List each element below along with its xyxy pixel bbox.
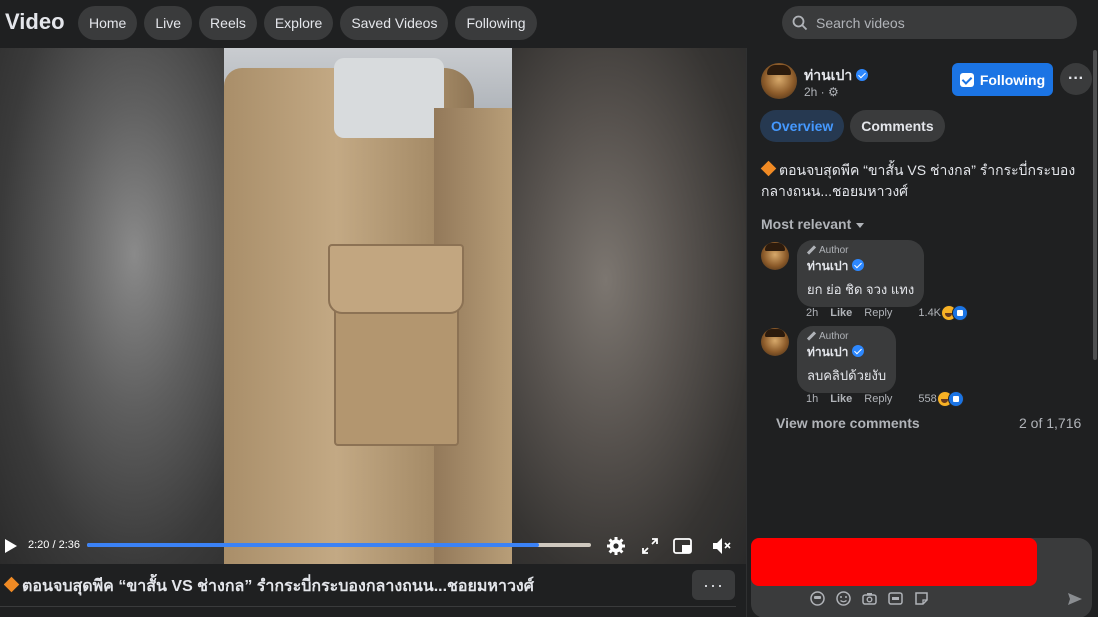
top-bar: Video Home Live Reels Explore Saved Vide… xyxy=(0,0,1098,48)
tab-comments[interactable]: Comments xyxy=(850,110,945,142)
sort-dropdown[interactable]: Most relevant xyxy=(761,216,865,232)
nav-bar: Home Live Reels Explore Saved Videos Fol… xyxy=(78,6,537,40)
nav-reels[interactable]: Reels xyxy=(199,6,257,40)
view-more-comments-link[interactable]: View more comments xyxy=(776,415,920,431)
following-button[interactable]: Following xyxy=(952,63,1053,96)
avatar[interactable] xyxy=(761,242,789,270)
avatar[interactable] xyxy=(761,63,797,99)
avatar[interactable] xyxy=(761,328,789,356)
comment-author[interactable]: ท่านเปา xyxy=(807,257,914,276)
progress-fill xyxy=(87,543,540,547)
video-more-button[interactable]: ··· xyxy=(692,570,735,600)
gif-icon[interactable] xyxy=(887,590,904,607)
redaction-box xyxy=(751,538,1037,586)
comment-actions: 2h Like Reply 1.4K xyxy=(806,305,969,321)
progress-bar[interactable] xyxy=(87,543,591,547)
like-icon xyxy=(952,305,969,321)
send-icon[interactable] xyxy=(1067,592,1083,606)
panel-tabs: Overview Comments xyxy=(760,110,945,142)
video-title: ตอนจบสุดพีค “ขาสั้น VS ช่างกล” รำกระบี่ก… xyxy=(4,574,684,599)
verified-icon xyxy=(852,259,865,271)
nav-home[interactable]: Home xyxy=(78,6,138,40)
search-icon xyxy=(792,15,808,30)
pencil-icon xyxy=(807,246,816,255)
nav-saved-videos[interactable]: Saved Videos xyxy=(340,6,449,40)
settings-icon: ⚙ xyxy=(828,85,839,99)
author-tag: Author xyxy=(807,245,914,256)
author-tag: Author xyxy=(807,331,886,342)
video-frame xyxy=(224,48,512,564)
comment-text: ลบคลิปด้วยงับ xyxy=(807,368,887,383)
nav-explore[interactable]: Explore xyxy=(263,6,334,40)
nav-live[interactable]: Live xyxy=(144,6,193,40)
time-display: 2:20 / 2:36 xyxy=(28,539,80,551)
comment-count: 2 of 1,716 xyxy=(1019,415,1082,431)
reaction-summary[interactable]: 558 xyxy=(918,391,964,407)
scrollbar[interactable] xyxy=(1093,50,1097,360)
camera-icon[interactable] xyxy=(861,590,878,607)
comment-time[interactable]: 2h xyxy=(806,307,818,319)
sticker-icon[interactable] xyxy=(913,590,930,607)
diamond-icon xyxy=(760,160,777,177)
video-player[interactable] xyxy=(0,48,746,564)
video-blur-left xyxy=(0,48,224,564)
tab-overview[interactable]: Overview xyxy=(760,110,845,142)
post-time: 2h · ⚙ xyxy=(804,85,839,99)
verified-icon xyxy=(852,345,865,357)
post-author[interactable]: ท่านเปา xyxy=(804,65,869,87)
reaction-summary[interactable]: 1.4K xyxy=(918,305,969,321)
video-blur-right xyxy=(512,48,746,564)
chevron-down-icon xyxy=(856,223,865,228)
avatar-sticker-icon[interactable] xyxy=(809,590,826,607)
side-panel: ท่านเปา 2h · ⚙ Following ··· Overview Co… xyxy=(746,48,1098,617)
miniplayer-icon[interactable] xyxy=(672,535,694,557)
like-button[interactable]: Like xyxy=(830,393,852,405)
play-icon[interactable] xyxy=(4,538,18,554)
like-button[interactable]: Like xyxy=(830,307,852,319)
comment-bubble: Author ท่านเปา ยก ย่อ ชิด จวง แทง xyxy=(797,240,925,307)
nav-following[interactable]: Following xyxy=(455,6,537,40)
post-description: ตอนจบสุดพีค “ขาสั้น VS ช่างกล” รำกระบี่ก… xyxy=(760,160,1076,199)
mute-icon[interactable] xyxy=(711,535,733,557)
following-check-icon xyxy=(959,72,974,87)
emoji-icon[interactable] xyxy=(835,590,852,607)
reply-button[interactable]: Reply xyxy=(864,393,892,405)
comment-text: ยก ย่อ ชิด จวง แทง xyxy=(807,282,915,297)
search-placeholder: Search videos xyxy=(816,14,905,31)
composer-toolbar xyxy=(809,590,930,607)
pencil-icon xyxy=(807,332,816,341)
comment-author[interactable]: ท่านเปา xyxy=(807,343,886,362)
search-input[interactable]: Search videos xyxy=(782,6,1077,39)
reply-button[interactable]: Reply xyxy=(864,307,892,319)
post-more-button[interactable]: ··· xyxy=(1060,63,1092,95)
comment-time[interactable]: 1h xyxy=(806,393,818,405)
diamond-icon xyxy=(4,576,20,593)
settings-icon[interactable] xyxy=(605,535,627,557)
comment-actions: 1h Like Reply 558 xyxy=(806,391,964,407)
player-controls: 2:20 / 2:36 xyxy=(0,532,746,562)
verified-icon xyxy=(856,69,869,81)
fullscreen-icon[interactable] xyxy=(639,535,661,557)
comment-bubble: Author ท่านเปา ลบคลิปด้วยงับ xyxy=(797,326,897,393)
video-info: ตอนจบสุดพีค “ขาสั้น VS ช่างกล” รำกระบี่ก… xyxy=(0,564,746,617)
divider xyxy=(0,606,736,607)
comment-composer[interactable] xyxy=(751,538,1092,617)
page-title: Video xyxy=(5,9,65,34)
like-icon xyxy=(947,391,964,407)
